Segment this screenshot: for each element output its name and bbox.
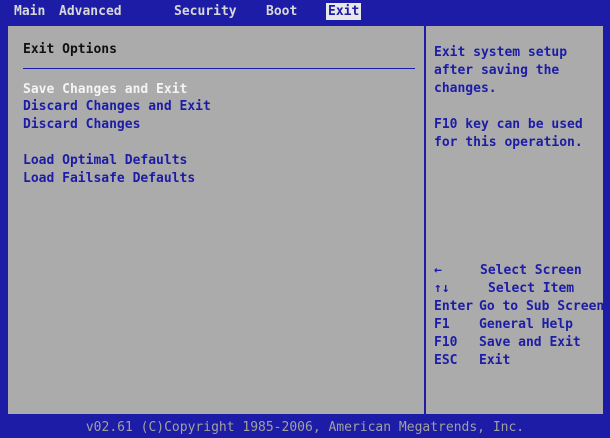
key-label: ESC bbox=[434, 353, 458, 368]
tab-security[interactable]: Security bbox=[172, 3, 239, 20]
option-save-changes-and-exit[interactable]: Save Changes and Exit bbox=[23, 82, 187, 97]
key-desc: Select Screen bbox=[480, 263, 582, 278]
copyright-footer: v02.61 (C)Copyright 1985-2006, American … bbox=[85, 420, 525, 435]
up-down-arrow-icon: ↑↓ bbox=[434, 281, 450, 296]
option-load-optimal-defaults[interactable]: Load Optimal Defaults bbox=[23, 153, 187, 168]
left-arrow-icon: ← bbox=[434, 263, 442, 278]
section-title: Exit Options bbox=[23, 42, 117, 57]
tab-exit[interactable]: Exit bbox=[326, 3, 362, 20]
key-label: F1 bbox=[434, 317, 450, 332]
key-desc: Save and Exit bbox=[479, 335, 581, 350]
key-desc: Exit bbox=[479, 353, 511, 368]
tab-main[interactable]: Main bbox=[12, 3, 47, 20]
key-desc: General Help bbox=[479, 317, 573, 332]
option-discard-changes-and-exit[interactable]: Discard Changes and Exit bbox=[23, 99, 211, 114]
panel-divider bbox=[424, 26, 426, 414]
key-label: Enter bbox=[434, 299, 474, 314]
tab-boot[interactable]: Boot bbox=[264, 3, 299, 20]
key-desc: Go to Sub Screen bbox=[479, 299, 605, 314]
key-label: F10 bbox=[434, 335, 458, 350]
tab-advanced[interactable]: Advanced bbox=[57, 3, 124, 20]
option-discard-changes[interactable]: Discard Changes bbox=[23, 117, 140, 132]
title-divider bbox=[23, 68, 415, 69]
option-load-failsafe-defaults[interactable]: Load Failsafe Defaults bbox=[23, 171, 195, 186]
menu-bar: Main Advanced Security Boot Exit bbox=[0, 0, 610, 22]
help-text: Exit system setup after saving the chang… bbox=[434, 45, 583, 150]
key-desc: Select Item bbox=[488, 281, 575, 296]
setup-frame: Exit Options Save Changes and Exit Disca… bbox=[6, 24, 605, 416]
